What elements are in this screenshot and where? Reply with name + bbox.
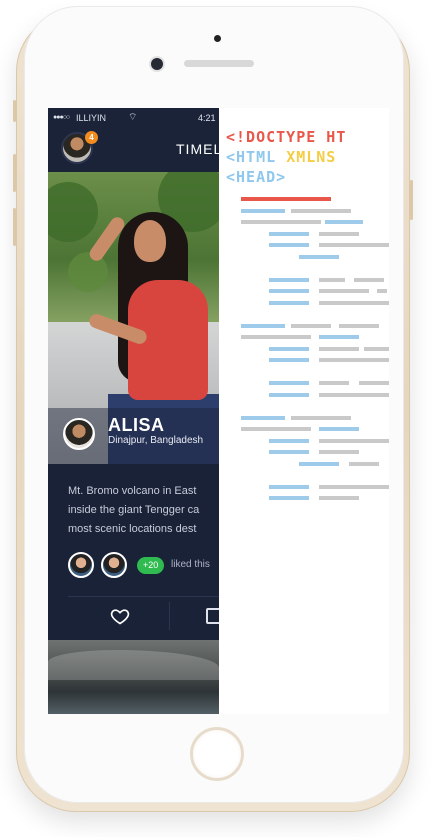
code-line-bar <box>319 427 359 431</box>
code-line-bar <box>269 277 309 282</box>
likes-label: liked this <box>171 559 210 570</box>
code-line-bar <box>241 427 311 431</box>
likes-row: +20 liked this <box>68 552 219 582</box>
author-avatar[interactable] <box>63 418 95 450</box>
notification-badge: 4 <box>85 131 98 144</box>
author-location: Dinajpur, Bangladesh <box>108 435 204 446</box>
code-line-bar <box>291 323 331 328</box>
code-line-bar <box>269 358 309 362</box>
code-line-bar <box>269 484 309 489</box>
code-line-bar <box>319 231 359 236</box>
code-html-tag: <HTML <box>226 148 277 166</box>
code-xmlns-attr: XMLNS <box>286 148 337 166</box>
post-text: Mt. Bromo volcano in East inside the gia… <box>68 482 219 539</box>
code-line-bar <box>299 254 339 259</box>
volume-up-button <box>13 154 16 192</box>
code-line-bar <box>319 392 389 397</box>
code-head-tag: <HEAD> <box>226 168 287 186</box>
code-line-bar <box>359 381 389 385</box>
wifi-icon: ⌔ <box>128 112 138 123</box>
post-text-line: inside the giant Tengger ca <box>68 504 200 516</box>
code-line-bar <box>241 323 285 328</box>
code-line-bar <box>241 208 285 213</box>
volume-down-button <box>13 208 16 246</box>
code-line-bar <box>299 461 339 466</box>
code-line-bar <box>364 346 389 351</box>
liker-avatar[interactable] <box>101 552 127 578</box>
code-line-bar <box>319 484 389 489</box>
code-html-line: <HTML XMLNS <box>226 148 336 166</box>
post-text-line: Mt. Bromo volcano in East <box>68 485 197 497</box>
code-line-bar <box>269 438 309 443</box>
code-line-bar <box>291 208 351 213</box>
code-line-bar <box>241 220 321 224</box>
status-bar: ●●●○○ ILLIYIN ⌔ 4:21 <box>48 108 219 128</box>
home-button[interactable] <box>190 727 244 781</box>
screen: ●●●○○ ILLIYIN ⌔ 4:21 4 TIMEL ALISA Dinaj… <box>48 108 389 714</box>
code-line-bar <box>319 496 359 500</box>
code-line-bar <box>241 415 285 420</box>
timeline-app: ●●●○○ ILLIYIN ⌔ 4:21 4 TIMEL ALISA Dinaj… <box>48 108 219 714</box>
heart-icon[interactable] <box>110 606 130 626</box>
code-line-bar <box>339 323 379 328</box>
code-line-bar <box>325 220 363 224</box>
code-line-bar <box>241 335 311 339</box>
code-line-bar <box>241 197 331 201</box>
signal-strength-icon: ●●●○○ <box>53 114 70 121</box>
power-button <box>410 180 413 220</box>
action-separator <box>169 602 170 630</box>
page-title: TIMEL <box>176 141 219 157</box>
next-post-photo[interactable] <box>48 640 219 714</box>
code-line-bar <box>319 381 349 385</box>
code-line-bar <box>291 415 351 420</box>
code-line-bar <box>319 289 369 293</box>
code-line-bar <box>319 335 359 339</box>
comment-icon[interactable] <box>206 608 219 624</box>
code-line-bar <box>269 346 309 351</box>
earpiece-speaker <box>184 60 254 67</box>
code-line-bar <box>377 289 387 293</box>
code-line-bar <box>269 450 309 454</box>
code-line-bar <box>269 231 309 236</box>
liker-avatar[interactable] <box>68 552 94 578</box>
code-line-bar <box>319 450 359 454</box>
carrier-name: ILLIYIN <box>76 113 107 123</box>
code-line-bar <box>269 381 309 385</box>
code-line-bar <box>319 346 359 351</box>
code-line-bar <box>269 392 309 397</box>
likes-count-badge[interactable]: +20 <box>137 557 165 574</box>
code-preview: <!DOCTYPE HT <HTML XMLNS <HEAD> <box>219 108 389 714</box>
code-line-bar <box>319 438 389 443</box>
code-line-bar <box>319 358 389 362</box>
code-line-bar <box>269 300 309 305</box>
code-line-bar <box>319 300 389 305</box>
code-line-bar <box>269 289 309 293</box>
front-camera <box>151 58 163 70</box>
nav-bar: 4 TIMEL <box>48 128 219 172</box>
proximity-sensor <box>214 35 221 42</box>
code-line-bar <box>269 496 309 500</box>
code-doctype: <!DOCTYPE HT <box>226 128 347 146</box>
code-line-bar <box>269 243 309 247</box>
post-text-line: most scenic locations dest <box>68 523 197 535</box>
code-line-bar <box>319 243 389 247</box>
divider <box>68 596 219 597</box>
code-line-bar <box>319 277 345 282</box>
author-name[interactable]: ALISA <box>108 415 165 436</box>
mute-switch <box>13 100 16 122</box>
code-line-bar <box>349 461 379 466</box>
status-time: 4:21 <box>198 113 216 123</box>
code-line-bar <box>354 277 384 282</box>
